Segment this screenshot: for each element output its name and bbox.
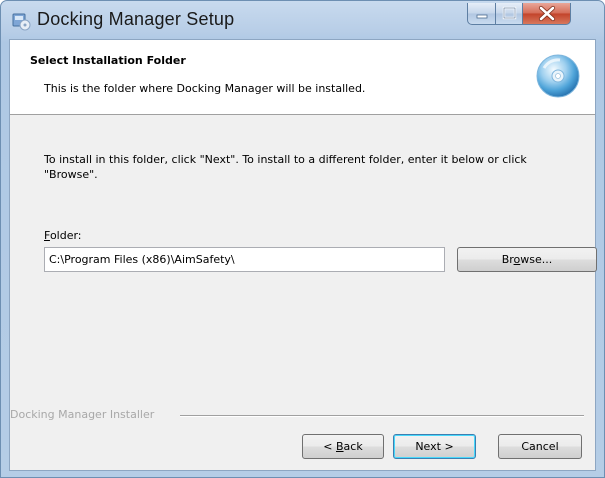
close-icon — [523, 3, 570, 24]
maximize-icon — [496, 3, 522, 24]
instruction-text: To install in this folder, click "Next".… — [44, 153, 527, 181]
header-title: Select Installation Folder — [30, 54, 186, 67]
header-subtitle: This is the folder where Docking Manager… — [44, 82, 366, 95]
folder-path-input[interactable] — [44, 247, 445, 272]
back-button[interactable]: < Back — [302, 434, 384, 459]
folder-label: Folder: — [44, 229, 82, 242]
browse-label-post: wse... — [520, 253, 553, 266]
next-button[interactable]: Next > — [393, 434, 476, 459]
footer-divider — [180, 415, 584, 417]
cancel-button[interactable]: Cancel — [498, 434, 582, 459]
back-label-accesskey: B — [336, 440, 344, 453]
installer-name-label: Docking Manager Installer — [10, 408, 161, 421]
maximize-button[interactable] — [496, 3, 523, 25]
close-button[interactable] — [523, 3, 571, 25]
back-label-post: ack — [343, 440, 363, 453]
window-title: Docking Manager Setup — [37, 9, 235, 29]
minimize-icon — [468, 3, 495, 24]
folder-label-text: older: — [49, 229, 82, 242]
browse-button[interactable]: Browse... — [457, 247, 597, 272]
setup-app-icon — [12, 13, 31, 31]
cd-disc-icon — [536, 54, 580, 98]
setup-window: Docking Manager Setup Select Installatio… — [0, 0, 605, 478]
back-label-pre: < — [323, 440, 336, 453]
title-bar[interactable]: Docking Manager Setup — [1, 1, 604, 39]
browse-label-pre: Br — [501, 253, 514, 266]
minimize-button[interactable] — [467, 3, 496, 25]
wizard-client-area: Select Installation Folder This is the f… — [9, 39, 597, 471]
wizard-header: Select Installation Folder This is the f… — [10, 40, 595, 115]
